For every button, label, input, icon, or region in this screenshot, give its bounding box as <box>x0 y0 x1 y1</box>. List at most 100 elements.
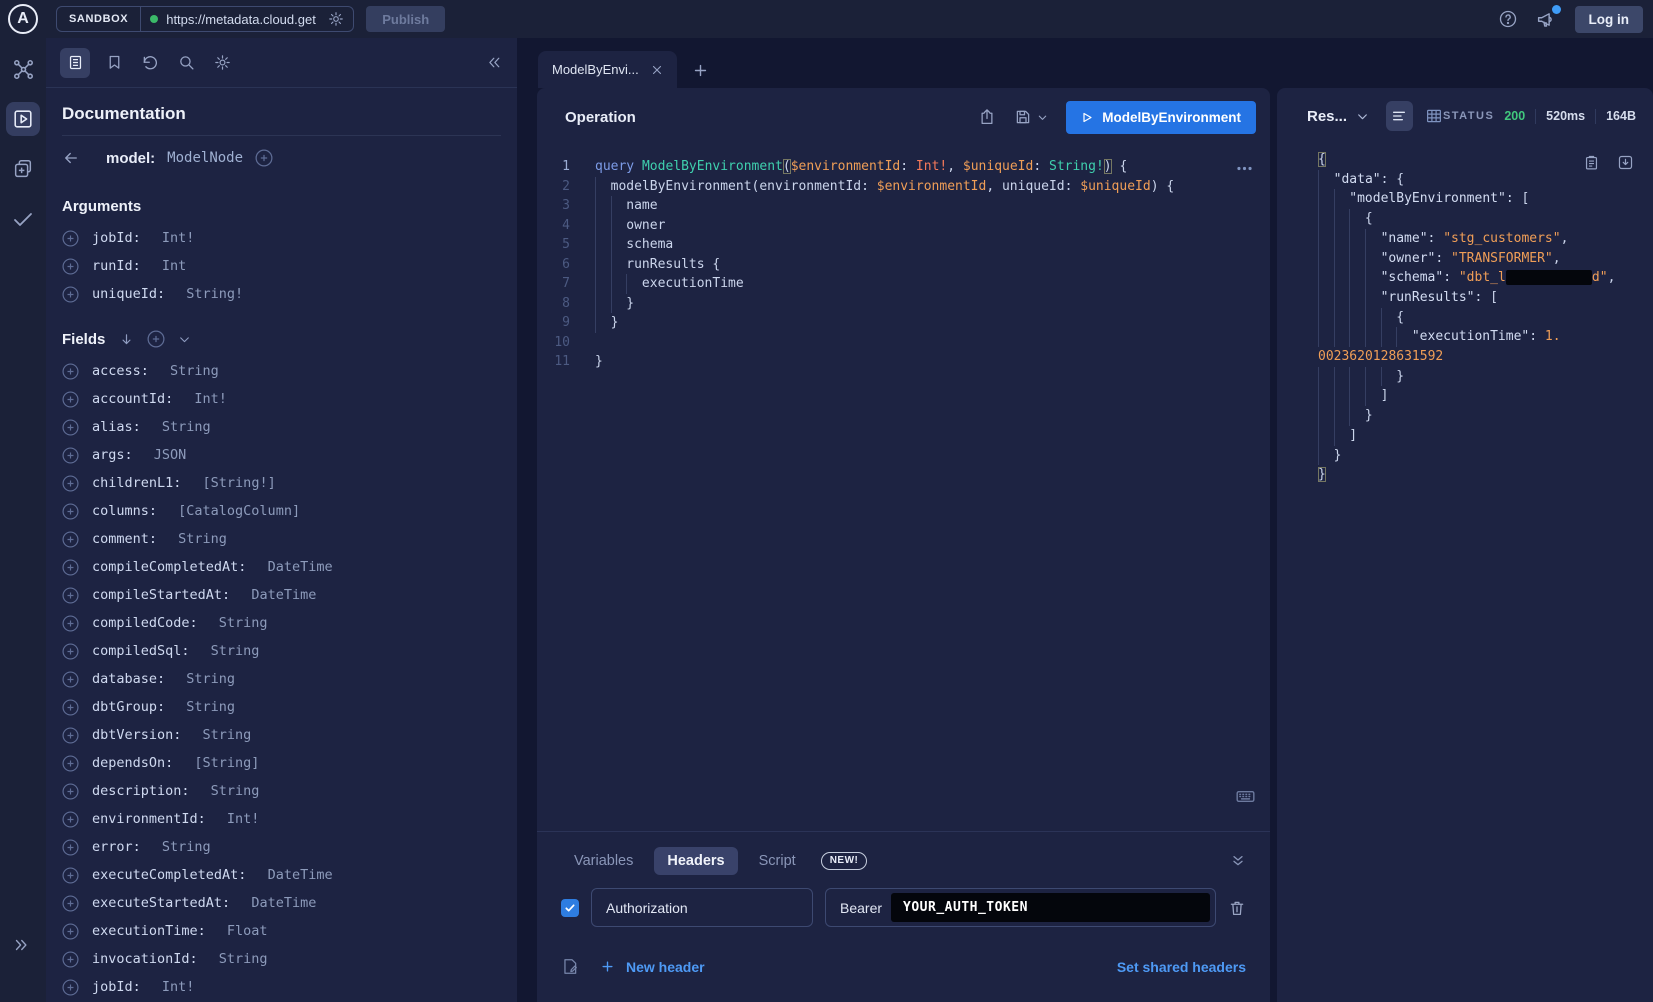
announcements-megaphone-icon[interactable] <box>1536 9 1557 30</box>
add-field-plus-icon[interactable] <box>62 811 79 828</box>
tab-headers[interactable]: Headers <box>654 847 737 875</box>
tab-history[interactable] <box>138 51 162 75</box>
field-row[interactable]: dependsOn: [String] <box>62 749 501 777</box>
argument-row[interactable]: jobId: Int! <box>62 224 501 252</box>
field-row[interactable]: access: String <box>62 357 501 385</box>
tab-variables[interactable]: Variables <box>561 847 646 875</box>
endpoint-url-input[interactable]: https://metadata.cloud.get <box>141 11 353 27</box>
sidebar-item-schema[interactable] <box>6 52 40 86</box>
add-field-plus-icon[interactable] <box>62 587 79 604</box>
editor-code[interactable]: query ModelByEnvironment($environmentId:… <box>583 146 1174 831</box>
field-row[interactable]: database: String <box>62 665 501 693</box>
share-operation-icon[interactable] <box>978 108 996 126</box>
add-field-plus-icon[interactable] <box>62 615 79 632</box>
add-field-plus-icon[interactable] <box>62 643 79 660</box>
delete-header-icon[interactable] <box>1228 899 1246 917</box>
field-row[interactable]: args: JSON <box>62 441 501 469</box>
field-row[interactable]: compiledCode: String <box>62 609 501 637</box>
apollo-logo[interactable]: A <box>0 4 46 34</box>
tab-explorer-settings[interactable] <box>210 51 234 75</box>
add-field-plus-icon[interactable] <box>62 363 79 380</box>
field-row[interactable]: description: String <box>62 777 501 805</box>
auth-token-value[interactable]: YOUR_AUTH_TOKEN <box>891 893 1210 922</box>
back-arrow-icon[interactable] <box>62 149 80 167</box>
new-tab-icon[interactable] <box>692 62 709 79</box>
sort-fields-icon[interactable] <box>119 332 134 347</box>
sidebar-item-operation-collections[interactable] <box>6 152 40 186</box>
graphql-editor[interactable]: 1234567891011 query ModelByEnvironment($… <box>537 146 1270 831</box>
save-operation-icon[interactable] <box>1014 108 1032 126</box>
add-field-plus-icon[interactable] <box>62 867 79 884</box>
field-row[interactable]: compileCompletedAt: DateTime <box>62 553 501 581</box>
field-row[interactable]: childrenL1: [String!] <box>62 469 501 497</box>
add-field-plus-icon[interactable] <box>62 671 79 688</box>
header-key-input[interactable]: Authorization <box>591 888 813 927</box>
close-tab-icon[interactable] <box>651 64 663 76</box>
field-row[interactable]: environmentId: Int! <box>62 805 501 833</box>
table-view-toggle[interactable] <box>1425 107 1443 125</box>
field-row[interactable]: jobId: Int! <box>62 973 501 1001</box>
add-field-plus-icon[interactable] <box>62 895 79 912</box>
editor-menu-icon[interactable] <box>1235 159 1254 178</box>
field-row[interactable]: error: String <box>62 833 501 861</box>
publish-button[interactable]: Publish <box>366 6 445 32</box>
save-options-chevron-icon[interactable] <box>1037 112 1048 123</box>
tab-script[interactable]: Script <box>746 847 809 875</box>
field-row[interactable]: accountId: Int! <box>62 385 501 413</box>
add-field-plus-icon[interactable] <box>62 447 79 464</box>
field-row[interactable]: dbtGroup: String <box>62 693 501 721</box>
help-icon[interactable] <box>1498 9 1518 29</box>
endpoint-url-text[interactable]: https://metadata.cloud.get <box>166 12 320 27</box>
add-field-plus-icon[interactable] <box>62 923 79 940</box>
add-field-plus-icon[interactable] <box>62 839 79 856</box>
add-field-plus-icon[interactable] <box>62 503 79 520</box>
add-field-plus-icon[interactable] <box>62 699 79 716</box>
field-row[interactable]: executeStartedAt: DateTime <box>62 889 501 917</box>
tab-saved-operations[interactable] <box>102 51 126 75</box>
download-response-icon[interactable] <box>1617 154 1634 171</box>
field-row[interactable]: executeCompletedAt: DateTime <box>62 861 501 889</box>
tab-model-by-environment[interactable]: ModelByEnvi... <box>538 51 677 88</box>
header-enabled-checkbox[interactable] <box>561 899 579 917</box>
tab-search[interactable] <box>174 51 198 75</box>
new-header-button[interactable]: New header <box>600 959 705 975</box>
field-row[interactable]: comment: String <box>62 525 501 553</box>
field-row[interactable]: executionTime: Float <box>62 917 501 945</box>
collapse-panel-button[interactable] <box>486 54 503 71</box>
sidebar-item-explorer[interactable] <box>6 102 40 136</box>
connection-settings-gear-icon[interactable] <box>328 11 344 27</box>
add-field-plus-icon[interactable] <box>62 531 79 548</box>
argument-row[interactable]: runId: Int <box>62 252 501 280</box>
collapse-vars-panel-icon[interactable] <box>1230 853 1246 869</box>
keyboard-shortcuts-icon[interactable] <box>1235 786 1256 807</box>
argument-row[interactable]: uniqueId: String! <box>62 280 501 308</box>
add-field-plus-icon[interactable] <box>62 979 79 996</box>
field-row[interactable]: invocationId: String <box>62 945 501 973</box>
set-shared-headers-link[interactable]: Set shared headers <box>1117 959 1246 975</box>
add-field-plus-icon[interactable] <box>62 559 79 576</box>
add-field-plus-icon[interactable] <box>62 230 79 247</box>
json-view-toggle[interactable] <box>1386 101 1413 131</box>
sidebar-item-checks[interactable] <box>6 202 40 236</box>
field-row[interactable]: dbtVersion: String <box>62 721 501 749</box>
chevron-down-icon[interactable] <box>178 333 191 346</box>
login-button[interactable]: Log in <box>1575 6 1644 33</box>
add-field-plus-icon[interactable] <box>62 419 79 436</box>
add-all-fields-icon[interactable] <box>255 149 273 167</box>
response-dropdown-chevron-icon[interactable] <box>1356 110 1369 123</box>
breadcrumb-type-name[interactable]: ModelNode <box>167 150 243 166</box>
copy-response-icon[interactable] <box>1583 154 1600 171</box>
add-field-plus-icon[interactable] <box>62 951 79 968</box>
field-row[interactable]: compileStartedAt: DateTime <box>62 581 501 609</box>
add-field-plus-icon[interactable] <box>62 258 79 275</box>
expand-rail-button[interactable] <box>12 936 30 954</box>
add-field-plus-icon[interactable] <box>62 286 79 303</box>
add-field-plus-icon[interactable] <box>62 391 79 408</box>
add-field-plus-icon[interactable] <box>62 783 79 800</box>
add-field-plus-icon[interactable] <box>62 727 79 744</box>
environment-variables-icon[interactable] <box>561 957 580 976</box>
run-operation-button[interactable]: ModelByEnvironment <box>1066 101 1256 134</box>
add-field-plus-icon[interactable] <box>62 755 79 772</box>
tab-documentation[interactable] <box>60 48 90 78</box>
header-value-input[interactable]: Bearer YOUR_AUTH_TOKEN <box>825 888 1216 927</box>
